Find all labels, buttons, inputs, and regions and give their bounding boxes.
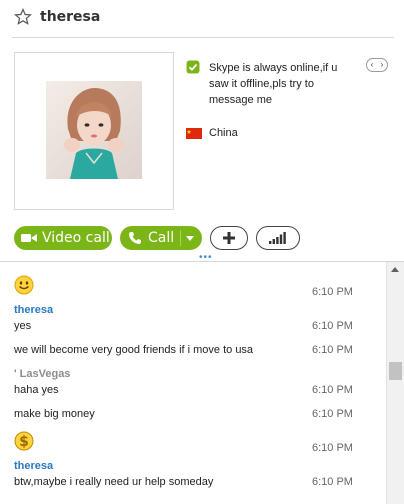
previous-arrow-icon[interactable]: ‹ — [371, 60, 374, 70]
message-time: 6:10 PM — [312, 384, 353, 396]
mood-message: Skype is always online,if u saw it offli… — [209, 62, 338, 106]
chat-scrollbar[interactable] — [386, 262, 404, 504]
message-sender[interactable]: theresa — [14, 460, 53, 472]
china-flag-icon — [186, 128, 202, 139]
scroll-up-arrow-icon[interactable] — [391, 267, 399, 272]
call-dropdown-icon[interactable] — [186, 236, 194, 241]
message-time: 6:10 PM — [312, 442, 353, 454]
call-button[interactable]: Call — [120, 226, 202, 250]
message-time: 6:10 PM — [312, 286, 353, 298]
plus-icon — [223, 232, 235, 244]
signal-bars-icon — [269, 232, 286, 244]
smile-emoticon-icon — [14, 275, 34, 295]
message-sender[interactable]: theresa — [14, 304, 53, 316]
message-text: btw,maybe i really need ur help someday — [14, 476, 214, 488]
dollar-emoticon-icon: $ — [14, 431, 34, 451]
scroll-thumb[interactable] — [389, 362, 402, 380]
video-call-label: Video call — [42, 230, 110, 246]
message-time: 6:10 PM — [312, 320, 353, 332]
avatar-frame — [14, 52, 174, 210]
call-quality-button[interactable] — [256, 226, 300, 250]
message-time: 6:10 PM — [312, 344, 353, 356]
favorite-star-icon[interactable] — [14, 8, 32, 26]
call-label: Call — [148, 230, 175, 246]
contact-name: theresa — [40, 9, 101, 25]
online-status-icon — [186, 60, 200, 74]
chat-history: 6:10 PM theresa yes 6:10 PM we will beco… — [0, 262, 386, 504]
country-label: China — [209, 127, 238, 139]
add-button[interactable] — [210, 226, 248, 250]
message-text: make big money — [14, 408, 95, 420]
video-camera-icon — [21, 234, 37, 242]
avatar[interactable] — [46, 81, 142, 179]
message-sender[interactable]: ' LasVegas — [14, 368, 70, 380]
call-button-separator — [180, 230, 181, 246]
phone-icon — [129, 232, 141, 244]
message-text: yes — [14, 320, 32, 332]
message-time: 6:10 PM — [312, 408, 353, 420]
next-arrow-icon[interactable]: › — [381, 60, 384, 70]
contact-header: theresa — [0, 0, 404, 36]
svg-text:$: $ — [19, 434, 29, 450]
video-call-button[interactable]: Video call — [14, 226, 112, 250]
profile-nav-control[interactable]: ‹ › — [366, 58, 388, 72]
header-divider — [12, 37, 394, 38]
message-text: haha yes — [14, 384, 59, 396]
message-time: 6:10 PM — [312, 476, 353, 488]
message-text: we will become very good friends if i mo… — [14, 344, 254, 356]
